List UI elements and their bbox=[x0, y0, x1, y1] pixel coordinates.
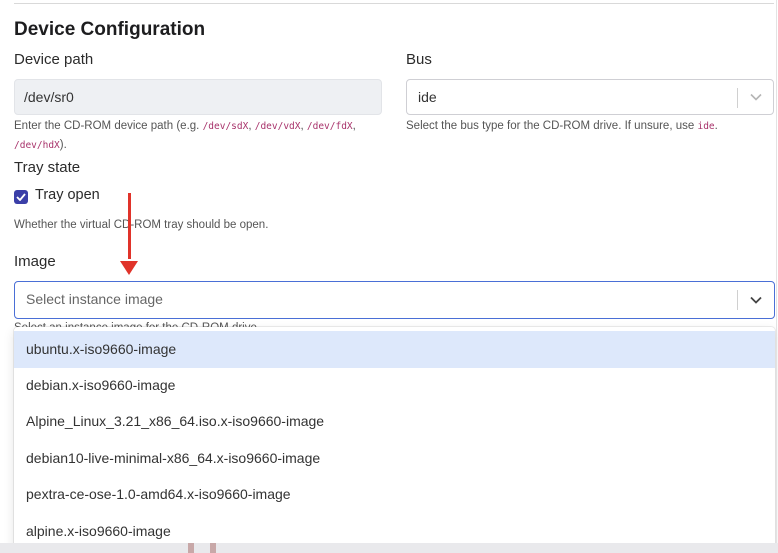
chevron-down-icon[interactable] bbox=[746, 282, 766, 317]
image-select-separator bbox=[737, 290, 738, 310]
image-option[interactable]: debian10-live-minimal-x86_64.x-iso9660-i… bbox=[14, 440, 775, 477]
section-title: Device Configuration bbox=[14, 19, 206, 40]
checkmark-icon bbox=[16, 193, 26, 201]
bus-help: Select the bus type for the CD-ROM drive… bbox=[406, 120, 718, 132]
annotation-arrow-icon bbox=[128, 193, 131, 259]
image-option[interactable]: ubuntu.x-iso9660-image bbox=[14, 331, 775, 368]
device-path-label: Device path bbox=[14, 51, 94, 68]
bus-select[interactable]: ide bbox=[406, 79, 774, 115]
image-label: Image bbox=[14, 253, 56, 270]
bus-select-value: ide bbox=[418, 89, 437, 105]
right-edge-divider bbox=[776, 0, 777, 553]
image-option[interactable]: Alpine_Linux_3.21_x86_64.iso.x-iso9660-i… bbox=[14, 403, 775, 440]
device-path-help: Enter the CD-ROM device path (e.g. /dev/… bbox=[14, 120, 356, 151]
image-select-placeholder: Select instance image bbox=[26, 291, 163, 307]
bus-label: Bus bbox=[406, 51, 432, 68]
tray-help: Whether the virtual CD-ROM tray should b… bbox=[14, 219, 269, 231]
bottom-strip bbox=[0, 543, 778, 553]
tray-open-checkbox[interactable] bbox=[14, 190, 28, 204]
image-option[interactable]: pextra-ce-ose-1.0-amd64.x-iso9660-image bbox=[14, 476, 775, 513]
example-hdx: /dev/hdX bbox=[14, 140, 60, 151]
bus-select-separator bbox=[737, 88, 738, 108]
tray-open-label[interactable]: Tray open bbox=[35, 187, 100, 203]
image-options-menu: ubuntu.x-iso9660-image debian.x-iso9660-… bbox=[14, 327, 775, 553]
image-select[interactable]: Select instance image bbox=[14, 281, 775, 319]
tray-state-label: Tray state bbox=[14, 159, 81, 176]
example-fdx: /dev/fdX bbox=[306, 121, 353, 132]
device-path-input[interactable]: /dev/sr0 bbox=[14, 79, 382, 115]
annotation-arrowhead-icon bbox=[120, 261, 138, 275]
image-option[interactable]: debian.x-iso9660-image bbox=[14, 367, 775, 404]
bus-help-code: ide bbox=[697, 121, 715, 132]
example-sdx: /dev/sdX bbox=[202, 121, 249, 132]
example-vdx: /dev/vdX bbox=[254, 121, 301, 132]
top-divider bbox=[14, 3, 774, 4]
chevron-down-icon[interactable] bbox=[746, 80, 766, 114]
